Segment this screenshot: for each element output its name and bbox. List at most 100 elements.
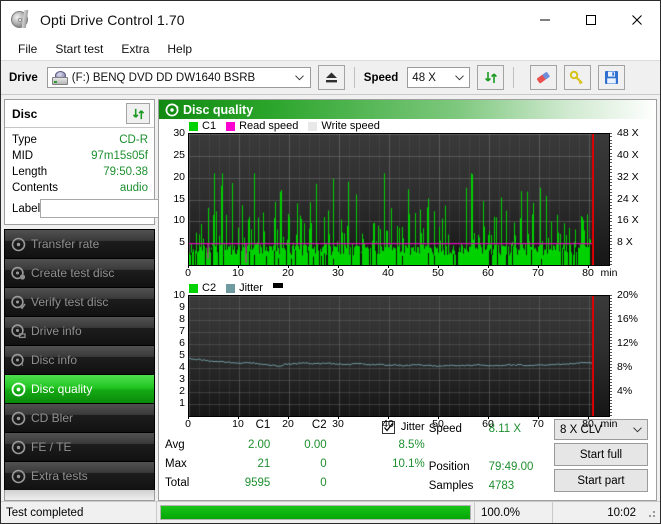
legend-swatch-jitter — [226, 284, 235, 293]
stats-label-total: Total — [165, 473, 205, 492]
disc-refresh-button[interactable] — [126, 103, 150, 124]
x-tick-label: 80 — [582, 418, 594, 430]
disc-mid-label: MID — [12, 150, 33, 162]
close-button[interactable] — [614, 5, 660, 35]
x-tick-label: 60 — [482, 418, 494, 430]
x-tick-label: 30 — [332, 267, 344, 279]
x-axis-unit: min — [601, 267, 618, 279]
menu-start-test[interactable]: Start test — [47, 40, 111, 58]
sidebar-item-extra-tests[interactable]: Extra tests — [4, 461, 155, 490]
x-tick-label: 70 — [532, 418, 544, 430]
disc-icon — [5, 237, 31, 252]
y-tick-label: 8 — [179, 313, 185, 325]
sidebar-item-disc-info[interactable]: i Disc info — [4, 345, 155, 374]
sidebar-item-label: Verify test disc — [31, 295, 108, 309]
disc-panel-title: Disc — [12, 107, 37, 121]
y2-tick-label: 4% — [617, 385, 632, 397]
refresh-button[interactable] — [477, 65, 504, 90]
x-tick-label: 20 — [282, 418, 294, 430]
sidebar-item-fe-te[interactable]: FE / TE — [4, 432, 155, 461]
sidebar-item-verify-test-disc[interactable]: Verify test disc — [4, 287, 155, 316]
disc-row-mid: MID 97m15s05f — [12, 148, 148, 164]
erase-button[interactable] — [530, 65, 557, 90]
y2-tick-label: 40 X — [617, 149, 639, 161]
sidebar-item-drive-info[interactable]: Drive info — [4, 316, 155, 345]
erase-icon — [535, 70, 552, 85]
x-tick-label: 50 — [432, 418, 444, 430]
disc-length-value: 79:50.38 — [103, 166, 148, 178]
x-tick-label: 0 — [185, 418, 191, 430]
c1-chart-legend: C1 Read speed Write speed — [161, 119, 654, 133]
legend-label-c1: C1 — [202, 120, 216, 132]
maximize-button[interactable] — [568, 5, 614, 35]
panel-header: Disc quality — [159, 100, 656, 119]
disc-contents-label: Contents — [12, 182, 58, 194]
x-tick-label: 50 — [432, 267, 444, 279]
y-tick-label: 7 — [179, 325, 185, 337]
x-tick-label: 70 — [532, 267, 544, 279]
legend-swatch-read-speed — [226, 122, 235, 131]
eject-button[interactable] — [318, 65, 345, 90]
sidebar-item-label: CD Bler — [31, 411, 73, 425]
y-tick-label: 6 — [179, 337, 185, 349]
y-tick-label: 25 — [173, 149, 185, 161]
drive-icon — [52, 71, 68, 85]
speed-select-value: 48 X — [412, 72, 449, 84]
charts-container: C1 Read speed Write speed 51015202530 8 … — [159, 119, 656, 415]
disc-bler-icon — [5, 411, 31, 426]
x-tick-label: 80 — [582, 267, 594, 279]
disc-quality-icon — [165, 103, 183, 117]
c2-chart-plot — [188, 295, 610, 417]
disc-info-panel: Disc Type CD-R MID 97m1 — [4, 99, 155, 225]
y2-tick-label: 32 X — [617, 171, 639, 183]
y2-tick-label: 20% — [617, 289, 638, 301]
c1-chart-y-axis: 51015202530 — [161, 133, 188, 266]
x-tick-label: 60 — [482, 267, 494, 279]
sidebar-nav: Transfer rate Create test disc Verify te… — [4, 229, 155, 501]
progress-fill — [161, 506, 470, 519]
save-button[interactable] — [598, 65, 625, 90]
key-button[interactable] — [564, 65, 591, 90]
refresh-icon — [483, 70, 499, 85]
y-tick-label: 1 — [179, 397, 185, 409]
menu-help[interactable]: Help — [159, 40, 200, 58]
stats-label-max: Max — [165, 454, 205, 473]
sidebar-item-transfer-rate[interactable]: Transfer rate — [4, 229, 155, 258]
disc-fete-icon — [5, 440, 31, 455]
stats-c1-avg: 2.00 — [205, 435, 270, 454]
minimize-button[interactable] — [522, 5, 568, 35]
sidebar-item-disc-quality[interactable]: Disc quality — [4, 374, 155, 403]
disc-type-value: CD-R — [119, 134, 148, 146]
disc-info-icon: i — [5, 353, 31, 368]
legend-label-write-speed: Write speed — [321, 120, 380, 132]
speed-select[interactable]: 48 X — [407, 67, 470, 88]
app-window: Opti Drive Control 1.70 File Start test … — [0, 0, 661, 524]
sidebar-nav-footer — [4, 490, 155, 501]
disc-row-contents: Contents audio — [12, 180, 148, 196]
legend-swatch-c1 — [189, 122, 198, 131]
stats-label-samples: Samples — [429, 476, 489, 495]
x-tick-label: 10 — [232, 267, 244, 279]
resize-grip[interactable] — [644, 502, 660, 523]
menu-extra[interactable]: Extra — [113, 40, 157, 58]
disc-quality-panel: Disc quality C1 Read speed Write speed — [158, 99, 657, 501]
c2-chart-x-axis: 01020304050607080min — [188, 417, 610, 432]
x-tick-label: 30 — [332, 418, 344, 430]
drive-select[interactable]: (F:) BENQ DVD DD DW1640 BSRB — [47, 67, 311, 88]
c2-chart-legend: C2 Jitter — [161, 281, 654, 295]
menu-bar: File Start test Extra Help — [1, 38, 660, 61]
y-tick-label: 5 — [179, 236, 185, 248]
sidebar-item-cd-bler[interactable]: CD Bler — [4, 403, 155, 432]
start-part-button[interactable]: Start part — [554, 469, 648, 492]
key-icon — [569, 70, 586, 85]
y-tick-label: 3 — [179, 373, 185, 385]
sidebar: Disc Type CD-R MID 97m1 — [1, 95, 158, 501]
sidebar-item-create-test-disc[interactable]: Create test disc — [4, 258, 155, 287]
disc-row-label: Label — [12, 198, 148, 219]
elapsed-time: 10:02 — [552, 502, 644, 523]
legend-label-read-speed: Read speed — [239, 120, 298, 132]
menu-file[interactable]: File — [10, 40, 45, 58]
chevron-down-icon — [290, 68, 310, 87]
y2-tick-label: 8 X — [617, 236, 633, 248]
start-full-button[interactable]: Start full — [554, 443, 648, 466]
